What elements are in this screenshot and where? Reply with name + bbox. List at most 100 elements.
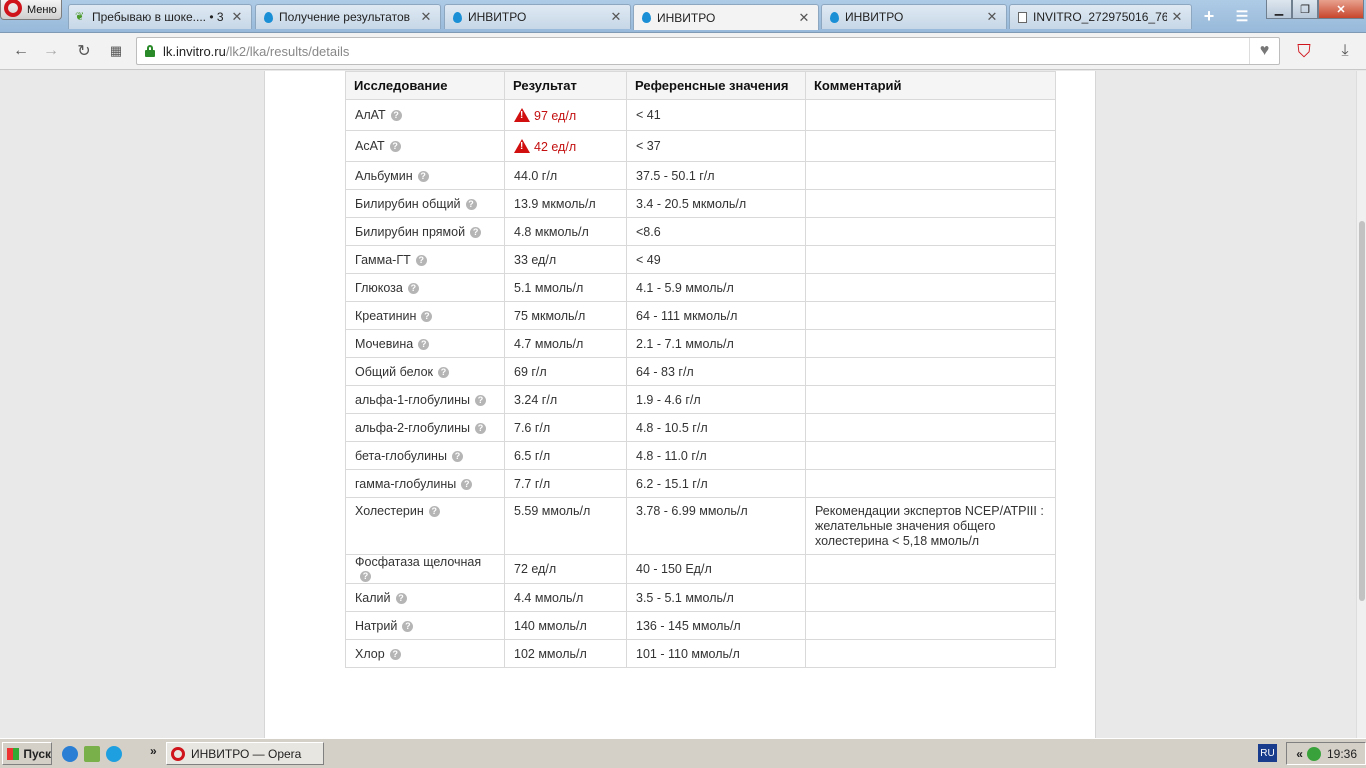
close-icon[interactable]: ✕ xyxy=(986,9,998,25)
drop-icon xyxy=(828,11,840,23)
downloads-icon[interactable]: ⤓ xyxy=(1334,41,1356,61)
help-icon[interactable]: ? xyxy=(474,394,486,406)
tab-6[interactable]: INVITRO_272975016_7690 ✕ xyxy=(1009,4,1192,29)
back-arrow-icon[interactable]: ← xyxy=(10,41,32,61)
table-row: Хлор? 102 ммоль/л 101 - 110 ммоль/л xyxy=(345,639,1056,668)
adblock-shield-icon[interactable]: ⛉ xyxy=(1293,41,1315,61)
scrollbar-thumb[interactable] xyxy=(1359,221,1365,601)
language-indicator[interactable]: RU xyxy=(1258,744,1277,762)
help-icon[interactable]: ? xyxy=(451,450,463,462)
result-cell: 13.9 мкмоль/л xyxy=(504,189,627,218)
result-cell: 3.24 г/л xyxy=(504,385,627,414)
reference-value: 64 - 83 г/л xyxy=(626,357,806,386)
navigation-bar: ← → ↻ ▦ lk.invitro.ru/lk2/lka/results/de… xyxy=(0,33,1366,70)
result-value: 33 ед/л xyxy=(514,252,557,267)
comment-cell xyxy=(805,554,1056,584)
test-name-cell: Общий белок? xyxy=(345,357,505,386)
table-row: Фосфатаза щелочная? 72 ед/л 40 - 150 Ед/л xyxy=(345,554,1056,584)
comment-cell xyxy=(805,329,1056,358)
test-name-cell: АлАТ? xyxy=(345,99,505,131)
result-value: 5.1 ммоль/л xyxy=(514,280,584,295)
speed-dial-grid-icon[interactable]: ▦ xyxy=(105,41,127,61)
help-icon[interactable]: ? xyxy=(389,648,401,660)
test-name: Хлор xyxy=(355,646,385,661)
test-name-cell: бета-глобулины? xyxy=(345,441,505,470)
leaf-icon: ❦ xyxy=(75,11,85,23)
close-window-button[interactable]: ✕ xyxy=(1318,0,1364,19)
minimize-button[interactable]: ▁ xyxy=(1266,0,1292,19)
test-name: Общий белок xyxy=(355,364,434,379)
close-icon[interactable]: ✕ xyxy=(420,9,432,25)
help-icon[interactable]: ? xyxy=(360,571,371,583)
close-icon[interactable]: ✕ xyxy=(1171,9,1183,25)
help-icon[interactable]: ? xyxy=(395,592,407,604)
app-quicklaunch-icon[interactable] xyxy=(84,746,100,762)
reference-value: 101 - 110 ммоль/л xyxy=(626,639,806,668)
close-icon[interactable]: ✕ xyxy=(610,9,622,25)
reload-icon[interactable]: ↻ xyxy=(73,41,95,61)
comment-cell xyxy=(805,441,1056,470)
opera-menu-button[interactable]: Меню xyxy=(0,0,62,20)
heart-icon[interactable]: ♥ xyxy=(1249,38,1279,64)
results-table: Исследование Результат Референсные значе… xyxy=(345,71,1056,668)
drop-icon xyxy=(451,11,463,23)
reference-value: < 41 xyxy=(626,99,806,131)
tab-2[interactable]: Получение результатов ✕ xyxy=(255,4,441,29)
comment-cell xyxy=(805,469,1056,498)
reference-value: 4.8 - 11.0 г/л xyxy=(626,441,806,470)
help-icon[interactable]: ? xyxy=(428,506,440,518)
table-row: Холестерин? 5.59 ммоль/л 3.78 - 6.99 ммоль… xyxy=(345,497,1056,555)
test-name-cell: гамма-глобулины? xyxy=(345,469,505,498)
skype-icon[interactable] xyxy=(106,746,122,762)
test-name: гамма-глобулины xyxy=(355,476,457,491)
internet-explorer-icon[interactable] xyxy=(62,746,78,762)
tray-expand-icon[interactable]: « xyxy=(1296,747,1303,761)
test-name: Билирубин общий xyxy=(355,196,461,211)
close-icon[interactable]: ✕ xyxy=(231,9,243,25)
help-icon[interactable]: ? xyxy=(407,282,419,294)
help-icon[interactable]: ? xyxy=(470,226,482,238)
comment-cell xyxy=(805,217,1056,246)
forward-arrow-icon[interactable]: → xyxy=(40,41,62,61)
help-icon[interactable]: ? xyxy=(438,366,450,378)
comment-cell: Рекомендации экспертов NCEP/ATPIII : жел… xyxy=(805,497,1056,555)
tab-1[interactable]: ❦ Пребываю в шоке.... • 3 ✕ xyxy=(68,4,252,29)
result-value: 4.8 мкмоль/л xyxy=(514,224,589,239)
tab-5[interactable]: ИНВИТРО ✕ xyxy=(821,4,1007,29)
tab-menu-icon[interactable]: ☰ xyxy=(1229,4,1255,28)
help-icon[interactable]: ? xyxy=(461,478,473,490)
address-bar[interactable]: lk.invitro.ru/lk2/lka/results/details ♥ xyxy=(136,37,1280,65)
reference-value: < 49 xyxy=(626,245,806,274)
result-value: 5.59 ммоль/л xyxy=(514,504,591,518)
drop-icon xyxy=(640,12,652,24)
drop-icon xyxy=(262,11,274,23)
help-icon[interactable]: ? xyxy=(417,170,429,182)
help-icon[interactable]: ? xyxy=(390,110,402,122)
help-icon[interactable]: ? xyxy=(389,141,401,153)
table-row: АсАТ? 42 ед/л < 37 xyxy=(345,130,1056,162)
quicklaunch-overflow-icon[interactable]: » xyxy=(150,744,157,758)
help-icon[interactable]: ? xyxy=(465,198,477,210)
comment-cell xyxy=(805,273,1056,302)
utorrent-icon[interactable] xyxy=(1306,746,1321,761)
new-tab-button[interactable]: + xyxy=(1196,4,1222,28)
start-button[interactable]: Пуск xyxy=(2,742,52,765)
help-icon[interactable]: ? xyxy=(415,254,427,266)
tab-label: ИНВИТРО xyxy=(468,10,527,24)
reference-value: 3.4 - 20.5 мкмоль/л xyxy=(626,189,806,218)
comment-cell xyxy=(805,189,1056,218)
lock-icon xyxy=(145,45,155,57)
maximize-button[interactable]: ❐ xyxy=(1292,0,1318,19)
help-icon[interactable]: ? xyxy=(402,620,414,632)
help-icon[interactable]: ? xyxy=(474,422,486,434)
tab-3[interactable]: ИНВИТРО ✕ xyxy=(444,4,631,29)
taskbar-item-opera[interactable]: ИНВИТРО — Opera xyxy=(166,742,324,765)
test-name: альфа-1-глобулины xyxy=(355,392,470,407)
tab-4-active[interactable]: ИНВИТРО ✕ xyxy=(633,4,819,30)
result-value: 44.0 г/л xyxy=(514,168,558,183)
help-icon[interactable]: ? xyxy=(418,338,430,350)
close-icon[interactable]: ✕ xyxy=(798,10,810,26)
test-name: Гамма-ГТ xyxy=(355,252,411,267)
help-icon[interactable]: ? xyxy=(421,310,433,322)
vertical-scrollbar[interactable] xyxy=(1356,71,1366,738)
